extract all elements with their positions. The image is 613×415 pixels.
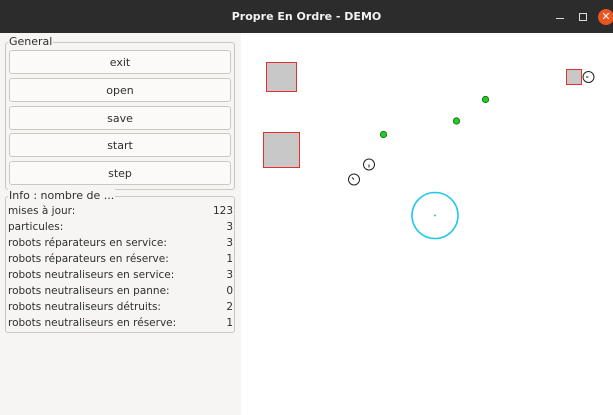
info-row-label: robots réparateurs en service: xyxy=(8,237,167,249)
exit-button[interactable]: exit xyxy=(9,50,231,74)
info-row-label: robots neutraliseurs en panne: xyxy=(8,285,170,297)
neutralizer-robot xyxy=(582,71,595,83)
neutralizer-robot xyxy=(363,158,375,171)
info-row-value: 3 xyxy=(226,237,233,249)
info-row-neutralizer-in-service: robots neutraliseurs en service: 3 xyxy=(8,267,233,283)
particle xyxy=(566,69,582,85)
info-row-value: 1 xyxy=(226,253,233,265)
maximize-icon xyxy=(579,12,587,21)
simulation-canvas[interactable] xyxy=(241,33,613,415)
info-row-label: robots neutraliseurs en service: xyxy=(8,269,175,281)
info-row-label: robots réparateurs en réserve: xyxy=(8,253,169,265)
repair-robot xyxy=(452,117,461,125)
info-row-value: 3 xyxy=(226,269,233,281)
minimize-button[interactable] xyxy=(549,0,571,33)
info-frame: Info : nombre de ... mises à jour: 123 p… xyxy=(5,189,235,333)
window-client: General exit open save start step Info :… xyxy=(0,33,613,415)
info-frame-label: Info : nombre de ... xyxy=(8,189,116,203)
info-row-value: 0 xyxy=(226,285,233,297)
particle xyxy=(263,132,300,168)
info-row-repair-in-reserve: robots réparateurs en réserve: 1 xyxy=(8,251,233,267)
sidebar: General exit open save start step Info :… xyxy=(0,33,241,415)
save-button[interactable]: save xyxy=(9,106,231,130)
info-row-neutralizer-destroyed: robots neutraliseurs détruits: 2 xyxy=(8,299,233,315)
title-bar: Propre En Ordre - DEMO xyxy=(0,0,613,33)
open-button[interactable]: open xyxy=(9,78,231,102)
info-row-value: 123 xyxy=(212,205,233,217)
info-row-neutralizer-in-reserve: robots neutraliseurs en réserve: 1 xyxy=(8,315,233,331)
info-row-neutralizer-broken: robots neutraliseurs en panne: 0 xyxy=(8,283,233,299)
repair-robot xyxy=(379,130,388,139)
info-row-repair-in-service: robots réparateurs en service: 3 xyxy=(8,235,233,251)
neutralizer-robot xyxy=(348,173,360,186)
window-title: Propre En Ordre - DEMO xyxy=(231,10,382,23)
step-button[interactable]: step xyxy=(9,161,231,185)
info-row-label: mises à jour: xyxy=(8,205,76,217)
info-row-label: particules: xyxy=(8,221,64,233)
repair-robot xyxy=(481,95,490,104)
info-row-value: 2 xyxy=(226,301,233,313)
info-row-value: 3 xyxy=(226,221,233,233)
general-frame: General exit open save start step xyxy=(5,35,235,190)
info-row-particles: particules: 3 xyxy=(8,219,233,235)
info-row-label: robots neutraliseurs en réserve: xyxy=(8,317,177,329)
info-row-updates: mises à jour: 123 xyxy=(8,203,233,219)
maximize-button[interactable] xyxy=(572,0,594,33)
particle xyxy=(266,62,297,92)
info-row-label: robots neutraliseurs détruits: xyxy=(8,301,161,313)
close-icon: ✕ xyxy=(598,8,613,25)
spatial-robot xyxy=(411,191,459,240)
simulation-drawing xyxy=(263,62,595,240)
close-button[interactable]: ✕ xyxy=(595,0,613,33)
general-frame-label: General xyxy=(8,35,54,49)
minimize-icon xyxy=(556,18,564,19)
start-button[interactable]: start xyxy=(9,133,231,157)
info-row-value: 1 xyxy=(226,317,233,329)
